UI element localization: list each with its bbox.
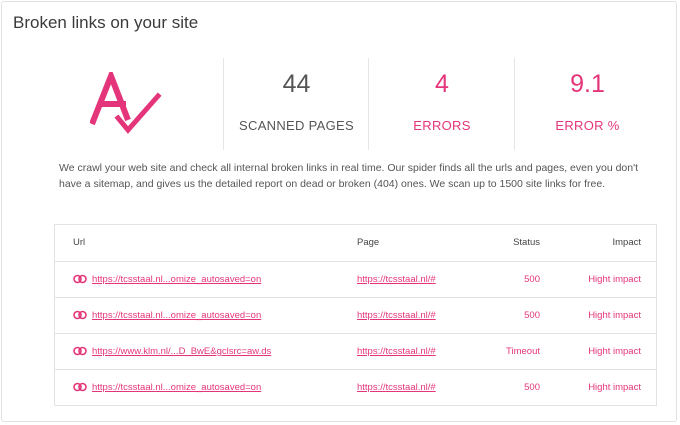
errors-label: ERRORS bbox=[413, 118, 471, 133]
status-value: Timeout bbox=[506, 346, 540, 357]
url-link[interactable]: https://www.klm.nl/...D_BwE&gclsrc=aw.ds bbox=[92, 334, 271, 370]
impact-value: Hight impact bbox=[588, 382, 641, 393]
stats-panel: 44 SCANNED PAGES 4 ERRORS 9.1 ERROR % bbox=[57, 58, 659, 150]
a-check-logo-icon bbox=[90, 72, 162, 134]
header-impact: Impact bbox=[612, 237, 641, 248]
error-percent-value: 9.1 bbox=[570, 70, 605, 98]
url-link[interactable]: https://tcsstaal.nl...omize_autosaved=on bbox=[92, 298, 261, 334]
header-url: Url bbox=[73, 237, 86, 248]
page-link[interactable]: https://tcsstaal.nl/# bbox=[357, 298, 436, 334]
stat-scanned-pages: 44 SCANNED PAGES bbox=[223, 58, 369, 150]
table-row: https://www.klm.nl/...D_BwE&gclsrc=aw.ds… bbox=[55, 333, 656, 369]
url-link[interactable]: https://tcsstaal.nl...omize_autosaved=on bbox=[92, 262, 261, 298]
stat-error-percent: 9.1 ERROR % bbox=[514, 58, 660, 150]
errors-value: 4 bbox=[435, 70, 449, 98]
link-icon bbox=[73, 346, 87, 356]
card-title: Broken links on your site bbox=[13, 13, 199, 32]
page-link[interactable]: https://tcsstaal.nl/# bbox=[357, 334, 436, 370]
table-header-row: Url Page Status Impact bbox=[55, 225, 656, 261]
header-page: Page bbox=[357, 237, 380, 248]
status-value: 500 bbox=[524, 310, 540, 321]
url-link[interactable]: https://tcsstaal.nl...omize_autosaved=on bbox=[92, 370, 261, 406]
page-link[interactable]: https://tcsstaal.nl/# bbox=[357, 370, 436, 406]
impact-value: Hight impact bbox=[588, 346, 641, 357]
scanned-pages-value: 44 bbox=[282, 70, 311, 98]
description-text: We crawl your web site and check all int… bbox=[59, 162, 639, 190]
table-row: https://tcsstaal.nl...omize_autosaved=on… bbox=[55, 297, 656, 333]
link-icon bbox=[73, 382, 87, 392]
table-row: https://tcsstaal.nl...omize_autosaved=on… bbox=[55, 369, 656, 405]
status-value: 500 bbox=[524, 382, 540, 393]
logo bbox=[57, 58, 223, 150]
link-icon bbox=[73, 274, 87, 284]
status-value: 500 bbox=[524, 274, 540, 285]
impact-value: Hight impact bbox=[588, 274, 641, 285]
link-icon bbox=[73, 310, 87, 320]
table-row: https://tcsstaal.nl...omize_autosaved=on… bbox=[55, 261, 656, 297]
scanned-pages-label: SCANNED PAGES bbox=[239, 118, 354, 133]
header-status: Status bbox=[513, 237, 540, 248]
broken-links-table: Url Page Status Impact https://tcsstaal.… bbox=[54, 224, 657, 406]
stat-errors: 4 ERRORS bbox=[368, 58, 515, 150]
error-percent-label: ERROR % bbox=[555, 118, 620, 133]
impact-value: Hight impact bbox=[588, 310, 641, 321]
page-link[interactable]: https://tcsstaal.nl/# bbox=[357, 262, 436, 298]
